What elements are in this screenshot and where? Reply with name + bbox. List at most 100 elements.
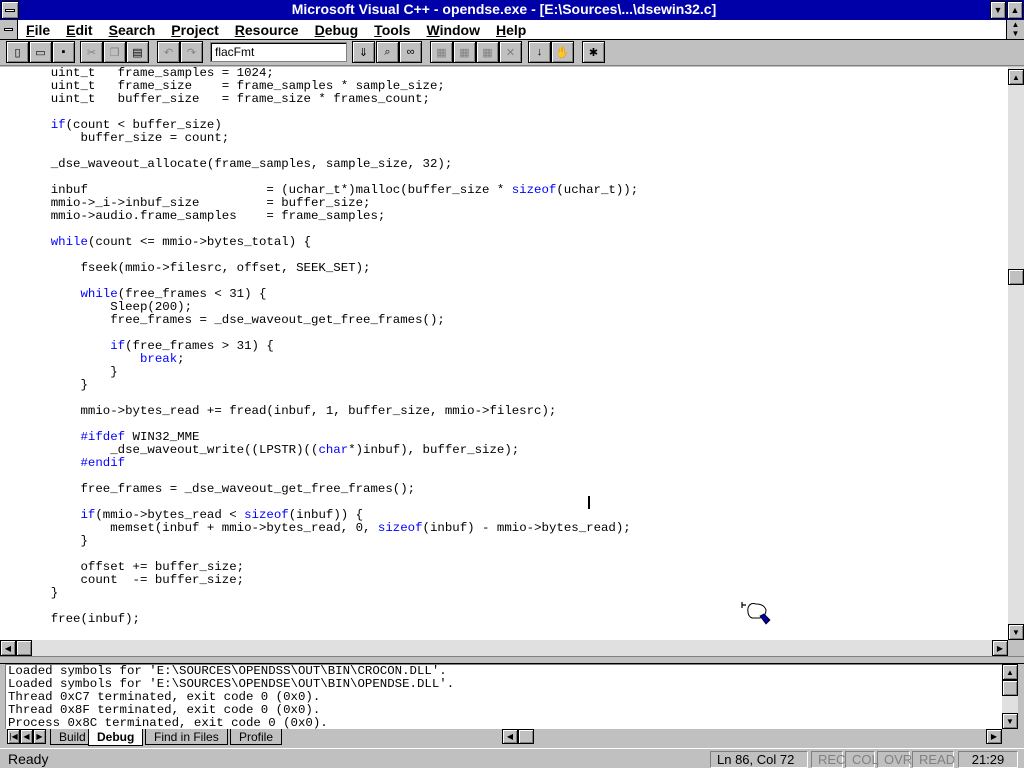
output-scroll-down-button[interactable]: ▼: [1002, 713, 1018, 729]
step-into-icon: ↓: [536, 46, 543, 58]
copy-icon: ❐: [109, 46, 120, 59]
menu-project[interactable]: Project: [163, 22, 226, 38]
binoculars-button[interactable]: ∞: [399, 41, 422, 63]
save-button[interactable]: ▪: [52, 41, 75, 63]
rebuild-button[interactable]: ▦: [476, 41, 499, 63]
maximize-button[interactable]: ▲: [1007, 1, 1023, 19]
step-into-button[interactable]: ↓: [528, 41, 551, 63]
code-line: mmio->audio.frame_samples = frame_sample…: [21, 209, 386, 223]
undo-button[interactable]: ↶: [157, 41, 180, 63]
hscroll-thumb[interactable]: [16, 640, 32, 656]
arrow-down-icon: ▼: [1012, 627, 1020, 637]
menu-help[interactable]: Help: [488, 22, 534, 38]
code-line: free(inbuf);: [21, 612, 140, 626]
document-restore-button[interactable]: ▲ ▼: [1006, 20, 1024, 39]
code-line: mmio->bytes_read += fread(inbuf, 1, buff…: [21, 404, 557, 418]
tab-debug[interactable]: Debug: [88, 729, 144, 746]
scroll-thumb[interactable]: [1008, 269, 1024, 285]
menu-debug[interactable]: Debug: [307, 22, 367, 38]
compile-icon: ▦: [436, 46, 447, 59]
cut-button[interactable]: ✂: [80, 41, 103, 63]
tab-find-in-files[interactable]: Find in Files: [145, 729, 228, 745]
status-col: COL: [845, 751, 879, 768]
paste-button[interactable]: ▤: [126, 41, 149, 63]
find-combo-input[interactable]: flacFmt: [210, 42, 347, 62]
tabs-hscroll-thumb[interactable]: [518, 729, 534, 744]
status-bar: Ready Ln 86, Col 72 REC COL OVR READ 21:…: [0, 748, 1024, 768]
go-button[interactable]: ✋: [551, 41, 574, 63]
scroll-down-button[interactable]: ▼: [1008, 624, 1024, 640]
tabs-hscroll-left-button[interactable]: ◀: [502, 729, 518, 744]
system-menu-button[interactable]: [1, 1, 19, 19]
menu-resource[interactable]: Resource: [227, 22, 307, 38]
save-icon: ▪: [61, 46, 66, 58]
open-file-button[interactable]: ▭: [29, 41, 52, 63]
code-line: }: [21, 534, 88, 548]
redo-button[interactable]: ↷: [180, 41, 203, 63]
tab-profile[interactable]: Profile: [230, 729, 283, 745]
window-title: Microsoft Visual C++ - opendse.exe - [E:…: [291, 1, 717, 17]
new-file-button[interactable]: ▯: [6, 41, 29, 63]
output-scroll-thumb[interactable]: [1002, 680, 1018, 696]
toolbar: ▯ ▭ ▪ ✂ ❐ ▤ ↶ ↷ flacFmt ⇓ ⌕ ∞ ▦ ▦ ▦ ✕ ↓ …: [0, 40, 1024, 66]
binoculars-icon: ∞: [406, 46, 415, 58]
output-window[interactable]: Loaded symbols for 'E:\SOURCES\OPENDSS\O…: [5, 664, 1002, 729]
arrow-up-icon: ▲: [1012, 72, 1020, 82]
output-vertical-scrollbar[interactable]: ▲ ▼: [1002, 664, 1018, 729]
arrow-right-icon: ▶: [996, 643, 1004, 653]
menu-bar: File Edit Search Project Resource Debug Tools W…: [0, 20, 1024, 40]
status-line-col: Ln 86, Col 72: [710, 751, 808, 768]
output-scroll-up-button[interactable]: ▲: [1002, 664, 1018, 680]
editor-vertical-scrollbar[interactable]: ▲ ▼: [1008, 67, 1024, 640]
find-dropdown-button[interactable]: ⇓: [352, 41, 375, 63]
compile-button[interactable]: ▦: [430, 41, 453, 63]
text-caret: [588, 496, 590, 509]
code-line: memset(inbuf + mmio->bytes_read, 0, size…: [21, 521, 631, 535]
menu-file[interactable]: File: [18, 22, 58, 38]
maximize-icon: ▲: [1010, 5, 1020, 15]
scroll-left-button[interactable]: ◀: [0, 640, 16, 656]
document-menu-icon: [4, 28, 13, 31]
code-line: count -= buffer_size;: [21, 573, 245, 587]
status-ovr: OVR: [877, 751, 912, 768]
code-line: buffer_size = count;: [21, 131, 230, 145]
tabs-prev-button[interactable]: ◀: [20, 729, 33, 744]
menu-tools[interactable]: Tools: [366, 22, 418, 38]
code-editor[interactable]: uint_t frame_samples = 1024; uint_t fram…: [0, 67, 1008, 640]
stop-build-button[interactable]: ✕: [499, 41, 522, 63]
status-rec: REC: [811, 751, 845, 768]
arrow-right-icon: ▶: [990, 732, 998, 741]
find-in-files-button[interactable]: ⌕: [376, 41, 399, 63]
menu-search[interactable]: Search: [101, 22, 164, 38]
stop-build-icon: ✕: [505, 46, 516, 59]
editor-horizontal-scrollbar[interactable]: ◀ ▶: [0, 640, 1008, 656]
build-button[interactable]: ▦: [453, 41, 476, 63]
document-system-menu-button[interactable]: [0, 20, 18, 39]
redo-icon: ↷: [186, 46, 197, 59]
menu-edit[interactable]: Edit: [58, 22, 100, 38]
debug-hand-cursor-icon: [740, 598, 772, 626]
pane-splitter[interactable]: [0, 656, 1024, 664]
scroll-right-button[interactable]: ▶: [992, 640, 1008, 656]
code-line: free_frames = _dse_waveout_get_free_fram…: [21, 313, 445, 327]
status-ready: Ready: [8, 751, 49, 767]
tabs-next-button[interactable]: ▶: [33, 729, 46, 744]
menu-items: File Edit Search Project Resource Debug Tools W…: [18, 20, 534, 39]
scroll-up-button[interactable]: ▲: [1008, 69, 1024, 85]
minimize-button[interactable]: ▼: [990, 1, 1006, 19]
code-line: _dse_waveout_allocate(frame_samples, sam…: [21, 157, 453, 171]
copy-button[interactable]: ❐: [103, 41, 126, 63]
title-bar: Microsoft Visual C++ - opendse.exe - [E:…: [0, 0, 1024, 20]
cut-icon: ✂: [86, 46, 97, 59]
tabs-hscroll-right-button[interactable]: ▶: [986, 729, 1002, 744]
status-read: READ: [912, 751, 955, 768]
scrollbar-corner: [1008, 640, 1024, 656]
menu-window[interactable]: Window: [418, 22, 488, 38]
tab-prev-icon: ◀: [23, 732, 30, 741]
open-icon: ▭: [35, 46, 46, 59]
tabs-first-button[interactable]: |◀: [7, 729, 20, 744]
rebuild-icon: ▦: [482, 46, 493, 59]
tab-next-icon: ▶: [36, 732, 43, 741]
breakpoint-button[interactable]: ✱: [582, 41, 605, 63]
code-line: free_frames = _dse_waveout_get_free_fram…: [21, 482, 416, 496]
